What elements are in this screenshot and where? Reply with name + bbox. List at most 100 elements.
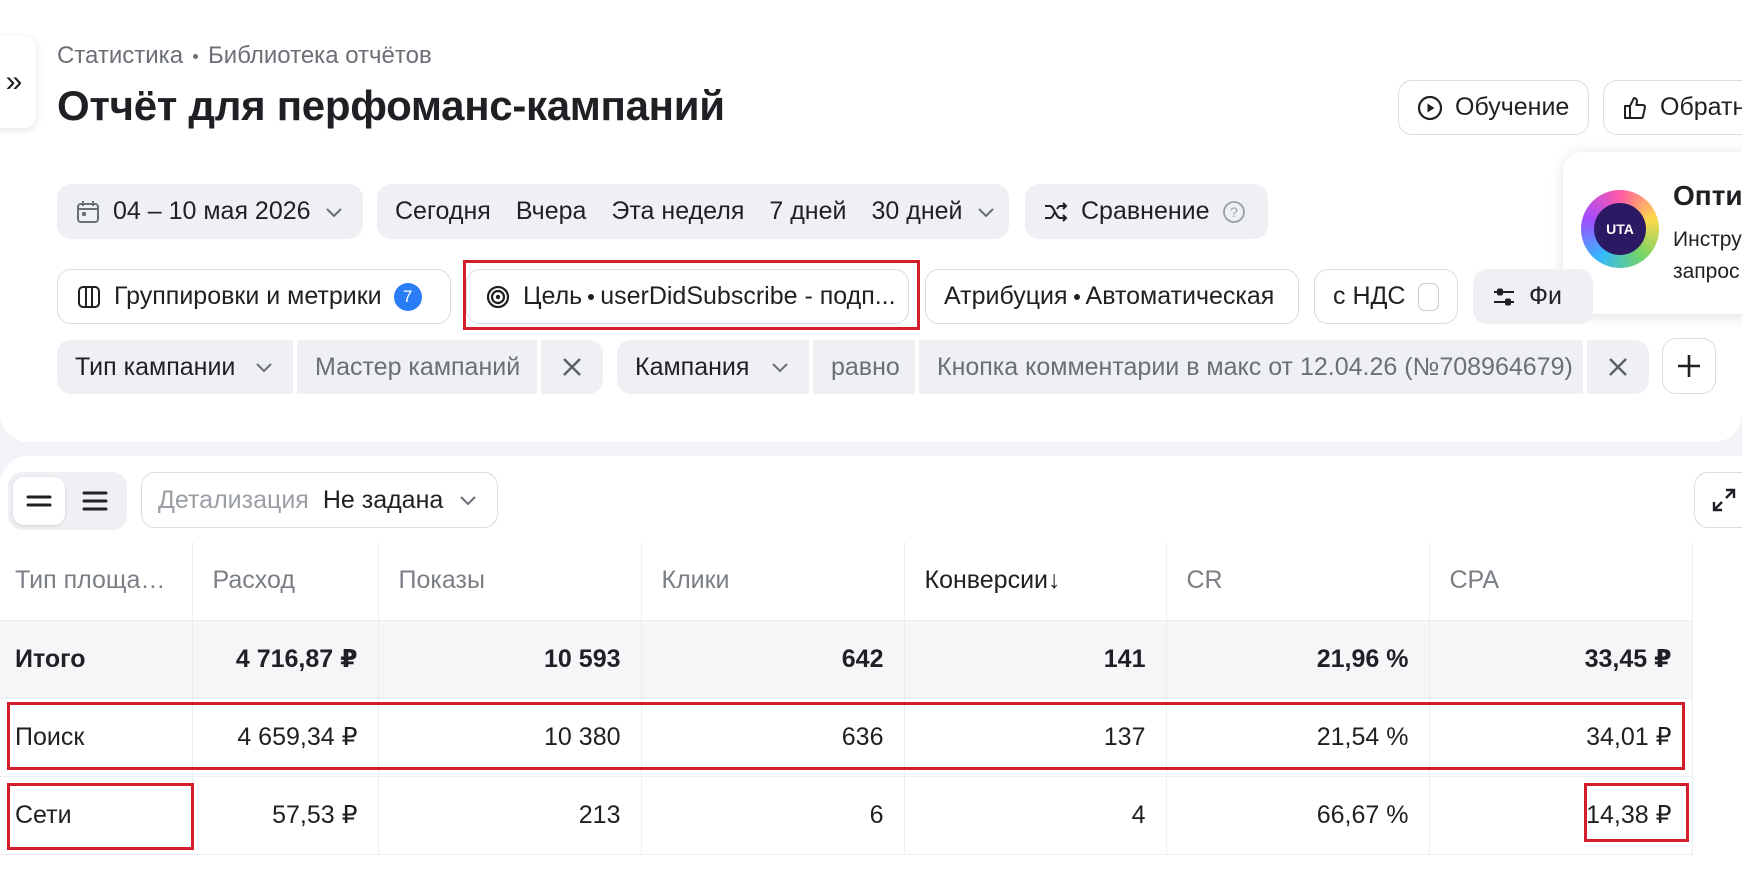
breadcrumb-current[interactable]: Библиотека отчётов	[208, 42, 432, 70]
column-header-placement-type[interactable]: Тип площад...	[0, 542, 193, 621]
view-compact-button[interactable]	[13, 477, 65, 525]
double-chevron-right-icon: »	[5, 65, 23, 98]
table-cell: 4 716,87 ₽	[192, 620, 379, 699]
period-today[interactable]: Сегодня	[395, 197, 491, 226]
feedback-button-label: Обратн	[1660, 93, 1742, 121]
column-header-conversions-label: Конверсии	[924, 566, 1049, 595]
vat-label: с НДС	[1333, 282, 1406, 310]
separator-dot	[1073, 294, 1080, 301]
date-range-value: 04 – 10 мая 2026	[113, 197, 311, 225]
column-header-impressions[interactable]: Показы	[378, 542, 642, 621]
groupings-count-badge: 7	[393, 282, 422, 311]
table-cell: 137	[904, 698, 1167, 777]
groupings-metrics-button[interactable]: Группировки и метрики 7	[57, 269, 451, 324]
learn-button[interactable]: Обучение	[1398, 80, 1589, 135]
separator-dot	[588, 294, 595, 301]
table-cell: Итого	[0, 620, 193, 699]
sort-desc-icon: ↓	[1048, 566, 1061, 595]
promo-logo-text: UTA	[1594, 203, 1646, 255]
groupings-label: Группировки и метрики	[114, 282, 382, 310]
table-cell: 213	[378, 776, 642, 855]
filter-campaign-type-value[interactable]: Мастер кампаний	[297, 340, 537, 394]
three-lines-icon	[82, 490, 108, 512]
goal-value: userDidSubscribe - подп...	[600, 282, 896, 310]
chevron-down-icon	[457, 489, 479, 511]
compare-button[interactable]: Сравнение ?	[1025, 184, 1268, 239]
table-row: Сети 57,53 ₽ 213 6 4 66,67 % 14,38 ₽	[0, 776, 1693, 855]
filter-operator[interactable]: равно	[813, 340, 915, 394]
promo-text-line2: запрос	[1673, 260, 1740, 283]
promo-logo: UTA	[1581, 190, 1659, 268]
help-circle-icon[interactable]: ?	[1222, 200, 1246, 224]
attribution-value: Автоматическая	[1085, 282, 1275, 310]
column-header-cr[interactable]: CR	[1166, 542, 1430, 621]
table-cell: 636	[641, 698, 905, 777]
period-7-days[interactable]: 7 дней	[769, 197, 846, 226]
detail-select[interactable]: Детализация Не задана	[141, 472, 498, 528]
filters-button[interactable]: Фи	[1473, 269, 1593, 324]
goal-selector[interactable]: Цель userDidSubscribe - подп...	[466, 269, 909, 324]
column-header-clicks[interactable]: Клики	[641, 542, 905, 621]
target-icon	[485, 284, 511, 310]
column-header-spend[interactable]: Расход	[192, 542, 379, 621]
date-range-picker[interactable]: 04 – 10 мая 2026	[57, 184, 363, 239]
table-cell: 141	[904, 620, 1167, 699]
thumbs-up-icon	[1622, 95, 1648, 121]
filter-campaign-value[interactable]: Кнопка комментарии в макс от 12.04.26 (№…	[919, 340, 1583, 394]
column-header-cpa[interactable]: CPA	[1429, 542, 1693, 621]
breadcrumb: Статистика Библиотека отчётов	[57, 42, 432, 70]
filter-campaign-field[interactable]: Кампания	[617, 340, 809, 394]
filter-remove-button[interactable]	[1587, 340, 1649, 394]
table-cell: 10 593	[378, 620, 642, 699]
sidebar-expand-button[interactable]: »	[0, 36, 36, 128]
play-circle-icon	[1417, 95, 1443, 121]
feedback-button[interactable]: Обратн	[1603, 80, 1742, 135]
table-cell: 21,54 %	[1166, 698, 1430, 777]
column-header-conversions[interactable]: Конверсии↓	[904, 542, 1167, 621]
plus-icon	[1675, 352, 1703, 380]
table-row: Поиск 4 659,34 ₽ 10 380 636 137 21,54 % …	[0, 698, 1693, 777]
period-yesterday[interactable]: Вчера	[516, 197, 587, 226]
chevron-down-icon	[253, 356, 275, 378]
table-cell: 33,45 ₽	[1429, 620, 1693, 699]
vat-toggle[interactable]: с НДС	[1314, 269, 1458, 324]
fullscreen-button[interactable]	[1694, 472, 1742, 528]
chevron-down-icon	[769, 356, 791, 378]
table-total-row: Итого 4 716,87 ₽ 10 593 642 141 21,96 % …	[0, 620, 1693, 699]
table-cell: 14,38 ₽	[1429, 776, 1693, 855]
breadcrumb-root[interactable]: Статистика	[57, 42, 183, 70]
table-cell: Сети	[0, 776, 193, 855]
chevron-down-icon[interactable]	[975, 201, 997, 223]
sliders-icon	[1491, 284, 1517, 310]
quick-periods: Сегодня Вчера Эта неделя 7 дней 30 дней	[377, 184, 1009, 239]
period-this-week[interactable]: Эта неделя	[611, 197, 744, 226]
table-cell: 21,96 %	[1166, 620, 1430, 699]
filter-campaign-type-field[interactable]: Тип кампании	[57, 340, 293, 394]
attribution-selector[interactable]: Атрибуция Автоматическая	[925, 269, 1299, 324]
add-filter-button[interactable]	[1662, 338, 1716, 394]
close-icon	[1607, 356, 1629, 378]
learn-button-label: Обучение	[1455, 93, 1570, 121]
close-icon	[561, 356, 583, 378]
table-cell: 642	[641, 620, 905, 699]
table-cell: 66,67 %	[1166, 776, 1430, 855]
columns-icon	[76, 284, 102, 310]
table-cell: 6	[641, 776, 905, 855]
filter-field-label: Тип кампании	[75, 352, 236, 381]
view-detailed-button[interactable]	[69, 477, 121, 525]
filters-label: Фи	[1529, 282, 1562, 310]
table-cell: 4	[904, 776, 1167, 855]
period-30-days[interactable]: 30 дней	[871, 197, 962, 226]
svg-text:?: ?	[1230, 204, 1238, 220]
table-cell: 4 659,34 ₽	[192, 698, 379, 777]
goal-prefix: Цель	[523, 282, 583, 310]
promo-title: Опти	[1673, 180, 1742, 211]
promo-text: Инстру запрос	[1673, 224, 1742, 288]
shuffle-icon	[1043, 199, 1069, 225]
table-cell: 57,53 ₽	[192, 776, 379, 855]
compare-label: Сравнение	[1081, 197, 1210, 225]
vat-checkbox[interactable]	[1417, 282, 1439, 311]
expand-icon	[1711, 487, 1737, 513]
table-cell: 10 380	[378, 698, 642, 777]
filter-remove-button[interactable]	[541, 340, 603, 394]
